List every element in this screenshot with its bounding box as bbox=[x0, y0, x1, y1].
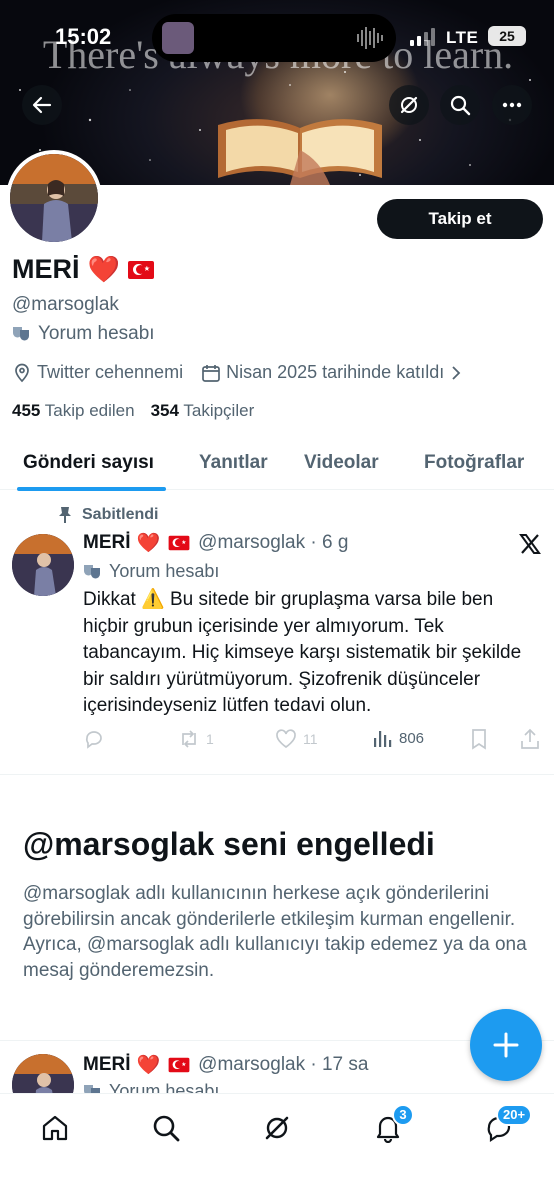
grok-icon bbox=[400, 96, 418, 114]
grok-icon bbox=[265, 1116, 289, 1140]
tweet-author-name[interactable]: MERİ bbox=[83, 532, 131, 554]
search-icon bbox=[450, 95, 471, 116]
bottom-navigation: 3 20+ bbox=[0, 1093, 554, 1200]
turkey-flag-icon bbox=[168, 535, 190, 551]
avatar-image bbox=[12, 534, 74, 596]
like-count: 11 bbox=[303, 731, 318, 747]
tab-videos[interactable]: Videolar bbox=[304, 452, 379, 474]
tweet-handle-time[interactable]: @marsoglak · 17 sa bbox=[198, 1054, 368, 1076]
nav-grok[interactable] bbox=[259, 1110, 295, 1146]
following-link[interactable]: 455 Takip edilen bbox=[12, 401, 135, 421]
tweet-author-name[interactable]: MERİ bbox=[83, 1054, 131, 1076]
compose-button[interactable] bbox=[470, 1009, 542, 1081]
retweet-icon bbox=[182, 730, 196, 748]
share-button[interactable] bbox=[519, 728, 541, 750]
reply-button[interactable] bbox=[83, 728, 105, 750]
battery-indicator: 25 bbox=[488, 26, 526, 46]
followers-count: 354 bbox=[150, 401, 179, 420]
active-tab-indicator bbox=[17, 487, 166, 491]
profile-avatar[interactable] bbox=[6, 150, 102, 246]
tweet-header: MERİ ❤️ @marsoglak · 17 sa bbox=[83, 1053, 368, 1077]
blocked-title: @marsoglak seni engelledi bbox=[23, 826, 435, 862]
turkey-flag-icon bbox=[127, 260, 154, 279]
views-bar-chart-icon bbox=[374, 731, 392, 747]
pinned-label: Sabitlendi bbox=[82, 506, 159, 523]
display-name-text: MERİ bbox=[12, 254, 80, 284]
view-count: 806 bbox=[399, 729, 425, 747]
follow-counts: 455 Takip edilen 354 Takipçiler bbox=[12, 401, 254, 421]
tweet-subtitle-text: Yorum hesabı bbox=[109, 561, 220, 581]
join-date[interactable]: Nisan 2025 tarihinde katıldı bbox=[201, 362, 463, 383]
tweet-actions: 1 11 806 bbox=[83, 728, 543, 752]
status-time: 15:02 bbox=[55, 24, 112, 49]
x-logo-icon bbox=[519, 534, 541, 554]
arrow-left-icon bbox=[32, 96, 52, 114]
bookmark-icon bbox=[472, 729, 486, 750]
theater-masks-icon bbox=[84, 564, 100, 578]
follow-button[interactable]: Takip et bbox=[377, 199, 543, 239]
profile-tabs: Gönderi sayısı Yanıtlar Videolar Fotoğra… bbox=[0, 440, 554, 491]
blocked-description: @marsoglak adlı kullanıcının herkese açı… bbox=[23, 883, 527, 981]
tweet-handle-time[interactable]: @marsoglak · 6 g bbox=[198, 532, 348, 554]
bookmark-button[interactable] bbox=[469, 728, 489, 750]
pinned-indicator: Sabitlendi bbox=[58, 506, 158, 524]
chevron-right-icon bbox=[452, 365, 461, 380]
profile-bio: Yorum hesabı bbox=[12, 323, 155, 345]
heart-emoji: ❤️ bbox=[136, 1055, 161, 1076]
theater-masks-icon bbox=[13, 327, 29, 341]
grok-button[interactable] bbox=[389, 85, 429, 125]
join-date-text: Nisan 2025 tarihinde katıldı bbox=[226, 362, 445, 382]
followers-label: Takipçiler bbox=[183, 401, 255, 420]
signal-icon bbox=[410, 28, 435, 46]
nav-home[interactable] bbox=[37, 1110, 73, 1146]
tweet-subtitle: Yorum hesabı bbox=[83, 561, 219, 582]
pin-icon bbox=[59, 507, 71, 523]
tweet-text[interactable]: Dikkat ⚠️ Bu sitede bir gruplaşma varsa … bbox=[83, 587, 523, 720]
tab-posts[interactable]: Gönderi sayısı bbox=[23, 452, 154, 474]
tab-replies[interactable]: Yanıtlar bbox=[199, 452, 268, 474]
dynamic-island bbox=[152, 14, 396, 62]
audio-wave-icon bbox=[357, 27, 383, 49]
location: Twitter cehennemi bbox=[12, 362, 183, 383]
turkey-flag-icon bbox=[168, 1057, 190, 1073]
status-bar: 15:02 LTE 25 bbox=[0, 0, 554, 70]
tweet-header: MERİ ❤️ @marsoglak · 6 g bbox=[83, 531, 348, 555]
like-button[interactable]: 11 bbox=[275, 728, 318, 750]
search-icon bbox=[153, 1115, 180, 1142]
home-icon bbox=[42, 1115, 68, 1141]
more-horizontal-icon bbox=[502, 102, 522, 108]
more-button[interactable] bbox=[492, 85, 532, 125]
following-count: 455 bbox=[12, 401, 41, 420]
profile-meta: Twitter cehennemi Nisan 2025 tarihinde k… bbox=[12, 362, 463, 383]
reply-icon bbox=[85, 731, 102, 749]
now-playing-thumbnail bbox=[162, 22, 194, 54]
plus-icon bbox=[493, 1032, 519, 1058]
back-button[interactable] bbox=[22, 85, 62, 125]
retweet-button[interactable]: 1 bbox=[178, 728, 214, 750]
search-button[interactable] bbox=[440, 85, 480, 125]
heart-icon bbox=[276, 729, 296, 749]
location-text: Twitter cehennemi bbox=[37, 362, 184, 382]
tweet-avatar[interactable] bbox=[12, 534, 74, 596]
nav-search[interactable] bbox=[148, 1110, 184, 1146]
notifications-badge: 3 bbox=[392, 1104, 414, 1126]
avatar-image bbox=[10, 154, 98, 242]
divider bbox=[0, 774, 554, 775]
heart-emoji: ❤️ bbox=[136, 533, 161, 554]
network-type: LTE bbox=[446, 28, 479, 47]
tab-photos[interactable]: Fotoğraflar bbox=[424, 452, 524, 474]
retweet-count: 1 bbox=[206, 731, 214, 747]
location-pin-icon bbox=[15, 363, 29, 382]
profile-handle: @marsoglak bbox=[12, 294, 119, 315]
share-icon bbox=[521, 728, 539, 749]
messages-badge: 20+ bbox=[496, 1104, 533, 1126]
followers-link[interactable]: 354 Takipçiler bbox=[151, 401, 255, 421]
views-button[interactable]: 806 bbox=[373, 728, 424, 748]
following-label: Takip edilen bbox=[44, 401, 135, 420]
calendar-icon bbox=[202, 364, 220, 382]
bio-text: Yorum hesabı bbox=[38, 323, 155, 344]
display-name: MERİ ❤️ bbox=[12, 254, 154, 285]
heart-emoji: ❤️ bbox=[87, 254, 120, 284]
